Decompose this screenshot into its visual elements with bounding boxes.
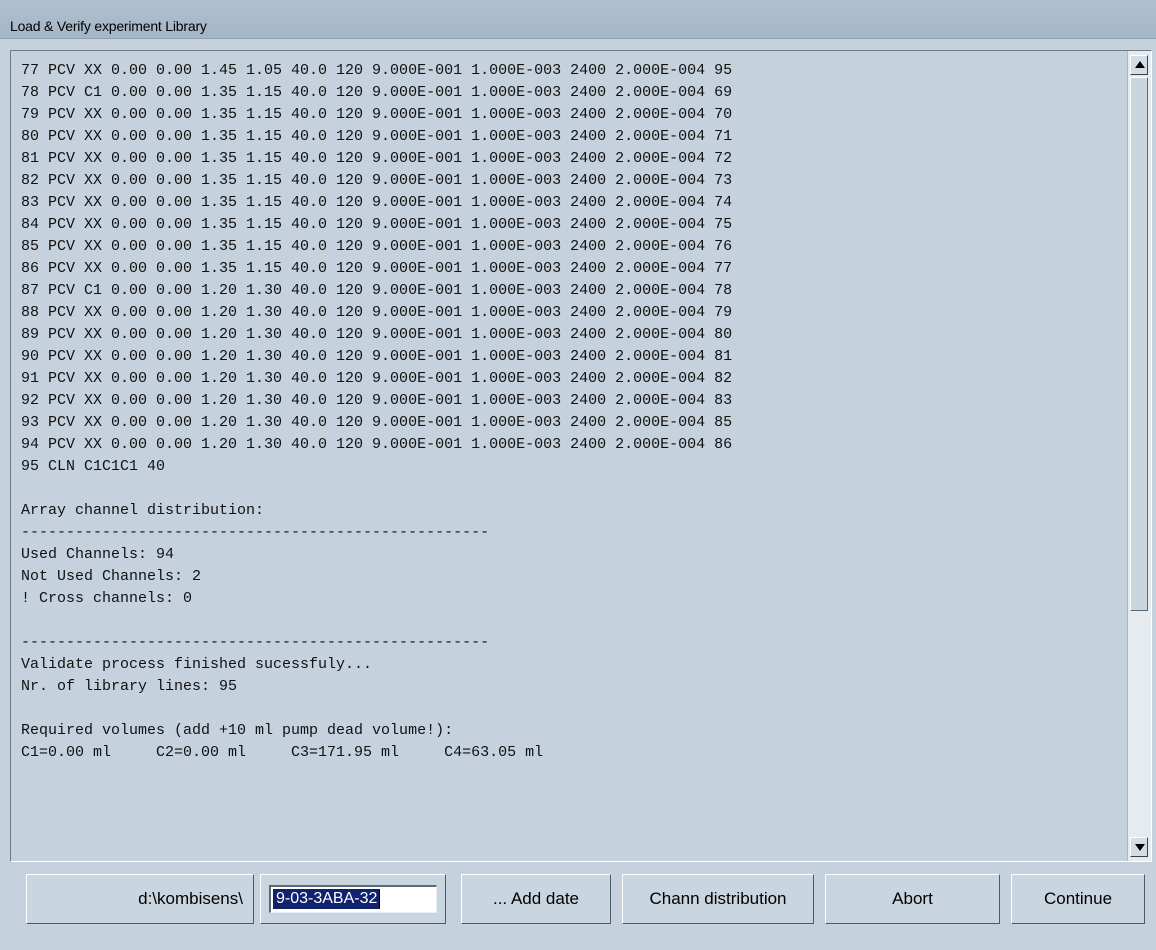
- path-label: d:\kombisens\: [138, 889, 243, 908]
- chann-distribution-button[interactable]: Chann distribution: [622, 874, 814, 924]
- continue-button[interactable]: Continue: [1011, 874, 1145, 924]
- scroll-thumb[interactable]: [1130, 77, 1148, 611]
- abort-button[interactable]: Abort: [825, 874, 1000, 924]
- experiment-name-value: 9-03-3ABA-32: [273, 889, 381, 909]
- name-field-container: 9-03-3ABA-32: [260, 874, 446, 924]
- log-line: 87 PCV C1 0.00 0.00 1.20 1.30 40.0 120 9…: [21, 282, 733, 299]
- log-line: 79 PCV XX 0.00 0.00 1.35 1.15 40.0 120 9…: [21, 106, 733, 123]
- log-line: 93 PCV XX 0.00 0.00 1.20 1.30 40.0 120 9…: [21, 414, 733, 431]
- log-output-panel[interactable]: 77 PCV XX 0.00 0.00 1.45 1.05 40.0 120 9…: [10, 50, 1152, 862]
- text-caret: [379, 890, 380, 908]
- vertical-scrollbar[interactable]: [1127, 51, 1151, 861]
- log-line: 82 PCV XX 0.00 0.00 1.35 1.15 40.0 120 9…: [21, 172, 733, 189]
- scroll-up-button[interactable]: [1130, 55, 1148, 75]
- log-line: ----------------------------------------…: [21, 634, 490, 651]
- log-line: ! Cross channels: 0: [21, 590, 193, 607]
- log-line: 81 PCV XX 0.00 0.00 1.35 1.15 40.0 120 9…: [21, 150, 733, 167]
- log-line: 86 PCV XX 0.00 0.00 1.35 1.15 40.0 120 9…: [21, 260, 733, 277]
- scroll-down-button[interactable]: [1130, 837, 1148, 857]
- log-line: 92 PCV XX 0.00 0.00 1.20 1.30 40.0 120 9…: [21, 392, 733, 409]
- log-line: 77 PCV XX 0.00 0.00 1.45 1.05 40.0 120 9…: [21, 62, 733, 79]
- arrow-up-icon: [1135, 61, 1145, 68]
- log-line: 84 PCV XX 0.00 0.00 1.35 1.15 40.0 120 9…: [21, 216, 733, 233]
- log-text: 77 PCV XX 0.00 0.00 1.45 1.05 40.0 120 9…: [21, 60, 1126, 764]
- arrow-down-icon: [1135, 844, 1145, 851]
- log-line: Not Used Channels: 2: [21, 568, 202, 585]
- window-title: Load & Verify experiment Library: [10, 18, 207, 34]
- log-line: 91 PCV XX 0.00 0.00 1.20 1.30 40.0 120 9…: [21, 370, 733, 387]
- log-line: C1=0.00 ml C2=0.00 ml C3=171.95 ml C4=63…: [21, 744, 544, 761]
- log-line: 88 PCV XX 0.00 0.00 1.20 1.30 40.0 120 9…: [21, 304, 733, 321]
- window-titlebar: Load & Verify experiment Library: [0, 0, 1156, 39]
- log-line: 78 PCV C1 0.00 0.00 1.35 1.15 40.0 120 9…: [21, 84, 733, 101]
- log-line: Required volumes (add +10 ml pump dead v…: [21, 722, 454, 739]
- log-line: ----------------------------------------…: [21, 524, 490, 541]
- experiment-name-input[interactable]: 9-03-3ABA-32: [269, 885, 437, 913]
- log-line: 83 PCV XX 0.00 0.00 1.35 1.15 40.0 120 9…: [21, 194, 733, 211]
- log-line: Array channel distribution:: [21, 502, 265, 519]
- log-line: 90 PCV XX 0.00 0.00 1.20 1.30 40.0 120 9…: [21, 348, 733, 365]
- log-line: 89 PCV XX 0.00 0.00 1.20 1.30 40.0 120 9…: [21, 326, 733, 343]
- log-line: 95 CLN C1C1C1 40: [21, 458, 166, 475]
- path-button[interactable]: d:\kombisens\: [26, 874, 254, 924]
- log-line: 85 PCV XX 0.00 0.00 1.35 1.15 40.0 120 9…: [21, 238, 733, 255]
- log-line: Validate process finished sucessfuly...: [21, 656, 373, 673]
- add-date-button[interactable]: ... Add date: [461, 874, 611, 924]
- log-line: Nr. of library lines: 95: [21, 678, 238, 695]
- log-line: Used Channels: 94: [21, 546, 175, 563]
- log-line: 94 PCV XX 0.00 0.00 1.20 1.30 40.0 120 9…: [21, 436, 733, 453]
- log-line: 80 PCV XX 0.00 0.00 1.35 1.15 40.0 120 9…: [21, 128, 733, 145]
